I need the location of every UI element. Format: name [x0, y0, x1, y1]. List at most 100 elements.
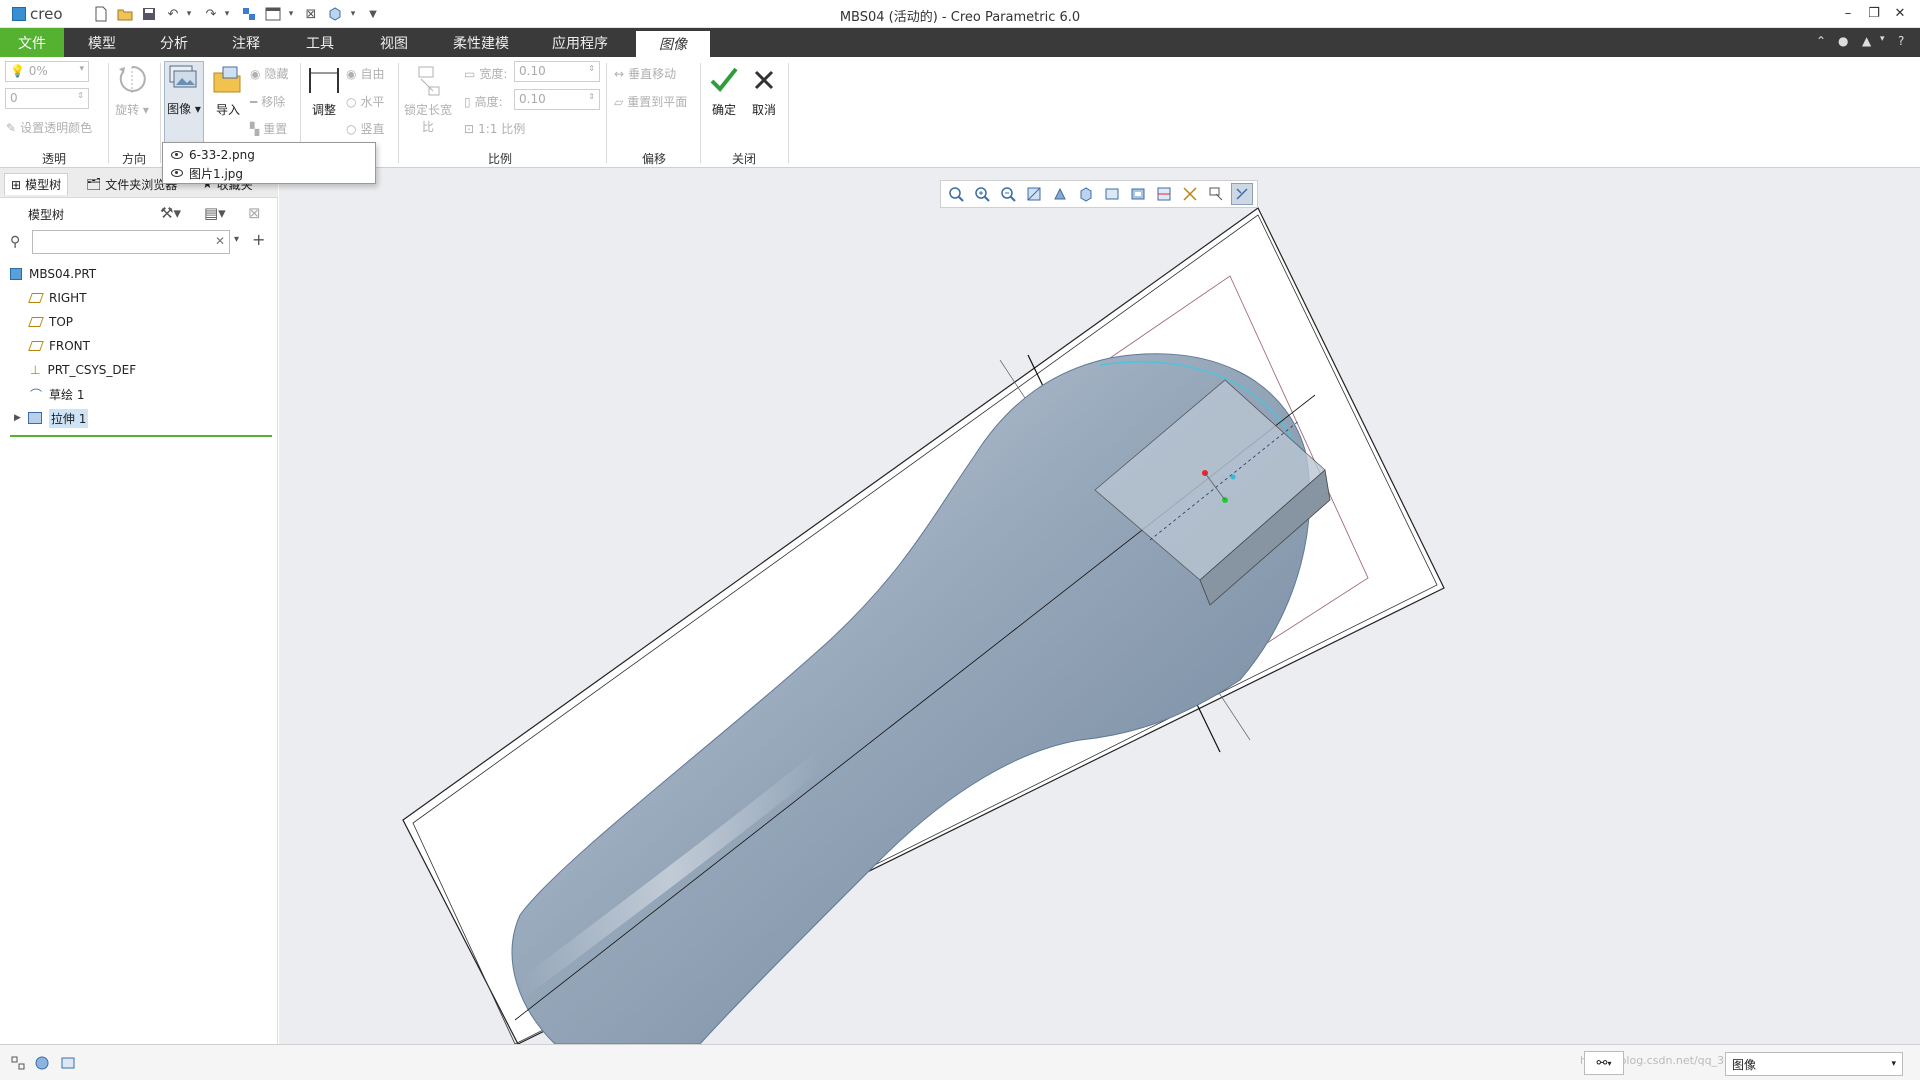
- ratio-1-1-button[interactable]: ⊡ 1:1 比例: [464, 120, 525, 137]
- display-style-icon[interactable]: [1049, 183, 1071, 205]
- tab-view[interactable]: 视图: [366, 28, 422, 57]
- minimize-icon[interactable]: –: [1836, 3, 1860, 23]
- repaint-icon[interactable]: [1023, 183, 1045, 205]
- reset-label: 重置: [263, 122, 288, 136]
- cancel-button[interactable]: 取消: [744, 63, 784, 118]
- tree-item-label: 草绘 1: [49, 387, 85, 402]
- browser-toggle-icon[interactable]: [34, 1055, 50, 1071]
- tab-image[interactable]: 图像: [636, 31, 710, 57]
- tree-item-label: 拉伸 1: [48, 408, 89, 428]
- group-divider: [160, 63, 161, 163]
- full-screen-icon[interactable]: [60, 1055, 76, 1071]
- tree-item-part[interactable]: MBS04.PRT: [10, 264, 96, 284]
- selection-filter-select[interactable]: 图像 ▾: [1725, 1052, 1903, 1076]
- hide-button[interactable]: ◉ 隐藏: [250, 65, 289, 82]
- tree-item-right[interactable]: RIGHT: [28, 288, 87, 308]
- filter-settings-icon[interactable]: ⊠: [248, 204, 261, 222]
- section-icon[interactable]: [1153, 183, 1175, 205]
- adjust-label: 调整: [311, 103, 336, 117]
- cancel-label: 取消: [751, 103, 776, 117]
- tree-item-sketch[interactable]: ⌒ 草绘 1: [30, 384, 84, 404]
- reset-to-plane-button[interactable]: ▱ 重置到平面: [614, 93, 687, 110]
- vertical-move-button[interactable]: ↔ 垂直移动: [614, 65, 676, 82]
- rotate-button[interactable]: 旋转 ▾: [112, 63, 152, 118]
- horizontal-radio[interactable]: ○ 水平: [346, 93, 385, 110]
- width-input[interactable]: 0.10 ⇕: [514, 61, 600, 82]
- image-list-item[interactable]: 6-33-2.png: [171, 146, 255, 164]
- tab-model-tree[interactable]: ⊞ 模型树: [4, 173, 69, 195]
- search-dropdown-icon[interactable]: ▾: [234, 234, 239, 245]
- collapse-ribbon-icon[interactable]: ⌃: [1816, 34, 1826, 48]
- vertical-radio[interactable]: ○ 竖直: [346, 120, 385, 137]
- height-icon: ▯: [464, 94, 471, 109]
- perspective-icon[interactable]: [1127, 183, 1149, 205]
- tree-item-csys[interactable]: ⊥ PRT_CSYS_DEF: [30, 360, 136, 380]
- eye-icon[interactable]: [171, 169, 183, 177]
- tree-item-top[interactable]: TOP: [28, 312, 74, 332]
- add-item-icon[interactable]: +: [252, 230, 265, 249]
- height-value: 0.10: [519, 92, 546, 106]
- find-button[interactable]: ⚯ ▾: [1584, 1051, 1624, 1075]
- model-tree-icon: ⊞: [11, 177, 22, 192]
- status-bar: https://blog.csdn.net/qq_35839 ⚯ ▾ 图像 ▾: [0, 1044, 1920, 1080]
- show-options-icon[interactable]: ▤▾: [204, 204, 226, 222]
- ratio-icon: ⊡: [464, 121, 475, 136]
- graphics-viewport[interactable]: [279, 168, 1920, 1044]
- tree-item-label: RIGHT: [49, 291, 87, 305]
- tree-item-front[interactable]: FRONT: [28, 336, 90, 356]
- datum-display-icon[interactable]: [1179, 183, 1201, 205]
- adjust-dimension-icon: [307, 63, 341, 97]
- tab-analysis[interactable]: 分析: [146, 28, 202, 57]
- height-label: 高度:: [474, 95, 503, 109]
- plane-reset-icon: ▱: [614, 94, 624, 109]
- help-icon[interactable]: ?: [1898, 34, 1904, 48]
- window-title: MBS04 (活动的) - Creo Parametric 6.0: [839, 10, 1081, 25]
- bulb-icon: 💡: [10, 64, 25, 78]
- tab-model[interactable]: 模型: [74, 28, 130, 57]
- image-display-icon[interactable]: [1231, 183, 1253, 205]
- checkmark-icon: [707, 63, 741, 97]
- tree-settings-icon[interactable]: ⚒▾: [160, 204, 181, 222]
- set-transparent-color-button[interactable]: ✎ 设置透明颜色: [6, 119, 92, 136]
- clear-search-icon[interactable]: ✕: [215, 234, 225, 248]
- annotation-display-icon[interactable]: [1205, 183, 1227, 205]
- tab-flexible-modeling[interactable]: 柔性建模: [446, 28, 516, 57]
- lock-aspect-ratio-button[interactable]: 锁定长宽 比: [402, 63, 454, 135]
- reset-button[interactable]: ▚ 重置: [250, 120, 287, 137]
- tree-item-label: TOP: [49, 315, 74, 329]
- tab-annotate[interactable]: 注释: [218, 28, 274, 57]
- width-field-row: ▭ 宽度:: [464, 65, 507, 82]
- learning-icon[interactable]: ▲: [1862, 34, 1871, 48]
- transparency-number-field[interactable]: 0 ⇕: [5, 88, 89, 109]
- tab-tools[interactable]: 工具: [292, 28, 348, 57]
- zoom-out-icon[interactable]: [997, 183, 1019, 205]
- zoom-in-icon[interactable]: [971, 183, 993, 205]
- height-input[interactable]: 0.10 ⇕: [514, 89, 600, 110]
- tab-applications[interactable]: 应用程序: [540, 28, 620, 57]
- menu-bar: 文件 模型 分析 注释 工具 视图 柔性建模 应用程序 图像 ⌃ ● ▲ ▾ ?: [0, 28, 1920, 57]
- expand-arrow-icon[interactable]: ▶: [14, 413, 21, 423]
- refit-icon[interactable]: [945, 183, 967, 205]
- community-icon[interactable]: ●: [1838, 34, 1848, 48]
- chevron-down-icon: ▾: [1607, 1058, 1612, 1068]
- learning-dropdown-icon[interactable]: ▾: [1880, 34, 1885, 44]
- model-canvas: [402, 207, 1445, 1044]
- image-button[interactable]: 图像 ▾: [164, 61, 204, 143]
- tab-file[interactable]: 文件: [0, 28, 64, 57]
- remove-button[interactable]: ━ 移除: [250, 93, 285, 110]
- close-icon[interactable]: ✕: [1888, 3, 1912, 23]
- transparency-percent-select[interactable]: 💡 0% ▾: [5, 61, 89, 82]
- tree-item-extrude[interactable]: ▶ 拉伸 1: [14, 408, 89, 428]
- image-list-item[interactable]: 图片1.jpg: [171, 164, 243, 182]
- navigator-toggle-icon[interactable]: [10, 1055, 26, 1071]
- free-radio[interactable]: ◉ 自由: [346, 65, 385, 82]
- saved-orientations-icon[interactable]: [1075, 183, 1097, 205]
- ok-button[interactable]: 确定: [704, 63, 744, 118]
- import-button[interactable]: 导入: [208, 63, 248, 118]
- view-manager-icon[interactable]: [1101, 183, 1123, 205]
- eye-icon[interactable]: [171, 151, 183, 159]
- tree-search-input[interactable]: ✕: [32, 230, 230, 254]
- restore-icon[interactable]: ❐: [1862, 3, 1886, 23]
- tree-item-label: MBS04.PRT: [29, 267, 97, 281]
- adjust-button[interactable]: 调整: [304, 63, 344, 118]
